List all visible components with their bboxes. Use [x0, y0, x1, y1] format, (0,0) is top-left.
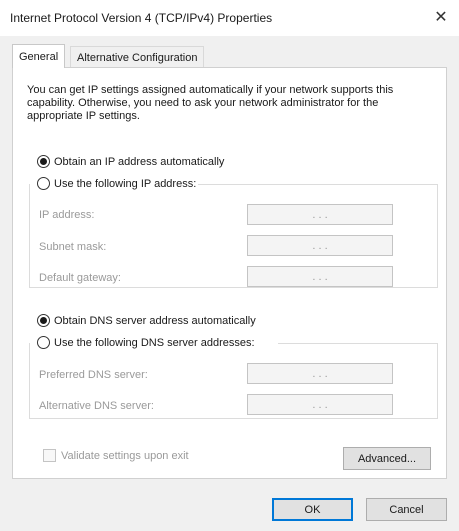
- intro-text: You can get IP settings assigned automat…: [27, 84, 394, 122]
- subnet-mask-input[interactable]: . . .: [247, 235, 393, 256]
- dialog-client-area: General Alternative Configuration You ca…: [0, 36, 459, 531]
- obtain-ip-auto-radio[interactable]: Obtain an IP address automatically: [37, 155, 224, 168]
- preferred-dns-input[interactable]: . . .: [247, 363, 393, 384]
- preferred-dns-value: . . .: [312, 367, 328, 380]
- obtain-dns-auto-radio[interactable]: Obtain DNS server address automatically: [37, 314, 256, 327]
- radio-button-icon: [37, 177, 50, 190]
- obtain-ip-auto-label: Obtain an IP address automatically: [54, 155, 225, 168]
- alternative-dns-value: . . .: [312, 398, 328, 411]
- alternative-dns-label: Alternative DNS server:: [39, 400, 154, 412]
- obtain-dns-auto-label: Obtain DNS server address automatically: [54, 314, 256, 327]
- cancel-button[interactable]: Cancel: [366, 498, 447, 521]
- default-gateway-value: . . .: [312, 270, 328, 283]
- tab-general[interactable]: General: [12, 44, 66, 68]
- ok-button[interactable]: OK: [272, 498, 353, 521]
- tab-alternative-configuration[interactable]: Alternative Configuration: [70, 46, 205, 68]
- advanced-button[interactable]: Advanced...: [343, 447, 431, 470]
- subnet-mask-label: Subnet mask:: [39, 241, 107, 253]
- preferred-dns-label: Preferred DNS server:: [39, 369, 148, 381]
- subnet-mask-value: . . .: [312, 239, 328, 252]
- validate-settings-label: Validate settings upon exit: [61, 449, 189, 462]
- title-bar: Internet Protocol Version 4 (TCP/IPv4) P…: [0, 0, 459, 36]
- general-tab-panel: You can get IP settings assigned automat…: [12, 67, 447, 479]
- use-following-dns-label: Use the following DNS server addresses:: [54, 336, 255, 349]
- close-icon[interactable]: ✕: [427, 4, 455, 30]
- default-gateway-input[interactable]: . . .: [247, 266, 393, 287]
- checkbox-icon: [43, 449, 56, 462]
- ip-address-value: . . .: [312, 208, 328, 221]
- validate-settings-checkbox[interactable]: Validate settings upon exit: [43, 449, 189, 462]
- alternative-dns-input[interactable]: . . .: [247, 394, 393, 415]
- ip-address-label: IP address:: [39, 209, 95, 221]
- radio-button-icon: [37, 155, 50, 168]
- radio-button-icon: [37, 314, 50, 327]
- use-following-dns-radio[interactable]: Use the following DNS server addresses:: [37, 336, 257, 349]
- use-following-ip-label: Use the following IP address:: [54, 177, 197, 190]
- default-gateway-label: Default gateway:: [39, 272, 121, 284]
- ip-address-input[interactable]: . . .: [247, 204, 393, 225]
- radio-button-icon: [37, 336, 50, 349]
- use-following-ip-radio[interactable]: Use the following IP address:: [37, 177, 199, 190]
- window-title: Internet Protocol Version 4 (TCP/IPv4) P…: [10, 11, 273, 25]
